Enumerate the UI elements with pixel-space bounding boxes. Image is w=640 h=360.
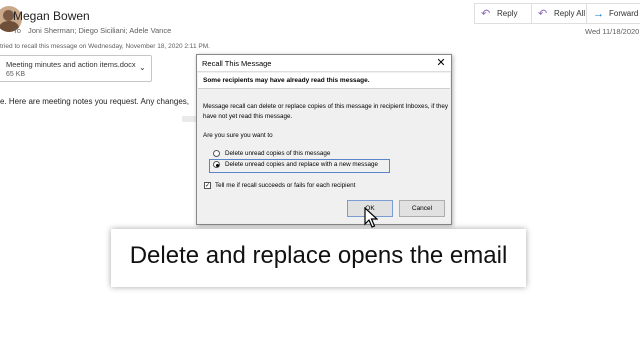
mouse-pointer-icon bbox=[364, 207, 378, 228]
dialog-warning-bar: Some recipients may have already read th… bbox=[198, 73, 450, 89]
to-label: To bbox=[13, 26, 21, 35]
attachment-size: 65 KB bbox=[6, 71, 26, 78]
chevron-down-icon[interactable]: ⌄ bbox=[139, 63, 146, 72]
forward-label: Forward bbox=[609, 9, 639, 18]
dialog-title-bar: Recall This Message ✕ bbox=[197, 55, 451, 72]
cancel-button[interactable]: Cancel bbox=[399, 200, 445, 217]
dialog-description: Message recall can delete or replace cop… bbox=[203, 103, 449, 120]
forward-icon: → bbox=[593, 7, 604, 20]
radio-button[interactable] bbox=[213, 150, 220, 157]
recall-dialog: Recall This Message ✕ Some recipients ma… bbox=[196, 54, 452, 225]
attachment-card[interactable]: Meeting minutes and action items.docx 65… bbox=[0, 55, 152, 82]
reply-all-button[interactable]: ↶ Reply All bbox=[531, 3, 587, 24]
notify-checkbox-row[interactable]: ✓ Tell me if recall succeeds or fails fo… bbox=[204, 182, 355, 189]
radio-delete-label: Delete unread copies of this message bbox=[225, 150, 331, 157]
radio-delete-unread[interactable]: Delete unread copies of this message bbox=[213, 150, 330, 157]
attachment-name: Meeting minutes and action items.docx bbox=[6, 60, 136, 69]
email-body: e. Here are meeting notes you request. A… bbox=[0, 97, 190, 106]
recipients-list[interactable]: Joni Sherman; Diego Siciliani; Adele Van… bbox=[28, 26, 171, 35]
close-icon[interactable]: ✕ bbox=[434, 56, 448, 70]
email-reading-pane: Megan Bowen To Joni Sherman; Diego Sicil… bbox=[0, 0, 640, 360]
reply-label: Reply bbox=[497, 9, 518, 18]
forward-button[interactable]: → Forward bbox=[586, 3, 640, 24]
reply-button[interactable]: ↶ Reply bbox=[474, 3, 532, 24]
reply-icon: ↶ bbox=[481, 8, 491, 20]
sender-name[interactable]: Megan Bowen bbox=[13, 9, 90, 23]
checkbox-checked-icon[interactable]: ✓ bbox=[204, 182, 211, 189]
reply-all-icon: ↶ bbox=[538, 8, 548, 20]
dialog-title: Recall This Message bbox=[202, 59, 272, 68]
email-date: Wed 11/18/2020 bbox=[585, 27, 640, 36]
dialog-question: Are you sure you want to bbox=[203, 132, 273, 139]
radio-replace-label: Delete unread copies and replace with a … bbox=[225, 161, 378, 168]
notify-checkbox-label: Tell me if recall succeeds or fails for … bbox=[215, 182, 356, 189]
radio-delete-and-replace[interactable]: Delete unread copies and replace with a … bbox=[213, 161, 378, 168]
caption-box: Delete and replace opens the email bbox=[111, 229, 526, 287]
reply-all-label: Reply All bbox=[554, 9, 586, 18]
recall-info-banner: tried to recall this message on Wednesda… bbox=[0, 43, 210, 50]
caption-text: Delete and replace opens the email bbox=[129, 242, 508, 269]
dialog-warning: Some recipients may have already read th… bbox=[203, 77, 370, 84]
radio-button-selected[interactable] bbox=[213, 161, 220, 168]
